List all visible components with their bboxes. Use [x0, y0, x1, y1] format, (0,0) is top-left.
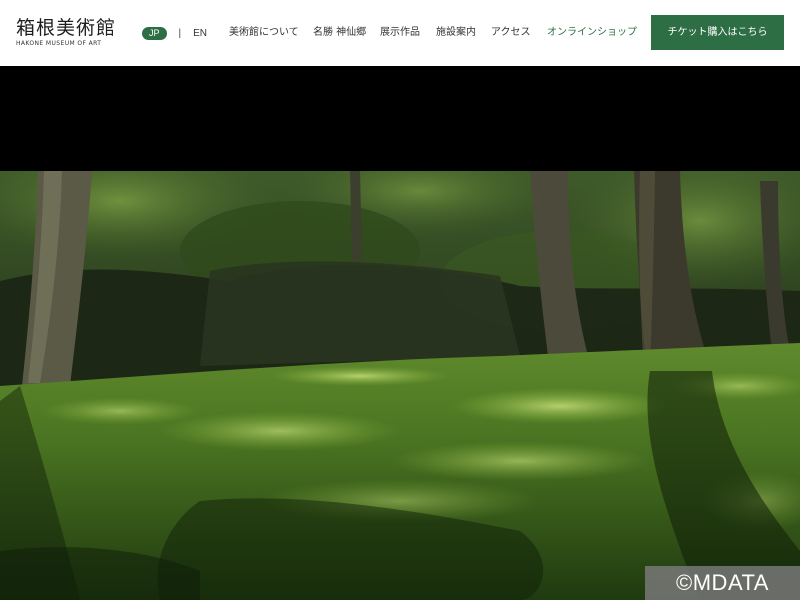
- nav-item-facilities[interactable]: 施設案内: [436, 25, 476, 41]
- site-header: 箱根美術館 HAKONE MUSEUM OF ART JP | EN 美術館につ…: [0, 0, 800, 66]
- hero-image: [0, 171, 800, 600]
- logo-subtitle: HAKONE MUSEUM OF ART: [16, 40, 102, 47]
- nav-item-about[interactable]: 美術館について: [229, 25, 299, 41]
- copyright-watermark: ©MDATA: [645, 566, 800, 600]
- hero-letterbox: [0, 66, 800, 171]
- nav-item-shinsenkyo[interactable]: 名勝 神仙郷: [313, 25, 366, 41]
- nav-item-online-shop[interactable]: オンラインショップ: [547, 25, 637, 41]
- moss-garden-photo: [0, 171, 800, 600]
- nav-item-access[interactable]: アクセス: [491, 25, 531, 41]
- nav-item-exhibits[interactable]: 展示作品: [380, 25, 420, 41]
- buy-ticket-button[interactable]: チケット購入はこちら: [651, 15, 784, 50]
